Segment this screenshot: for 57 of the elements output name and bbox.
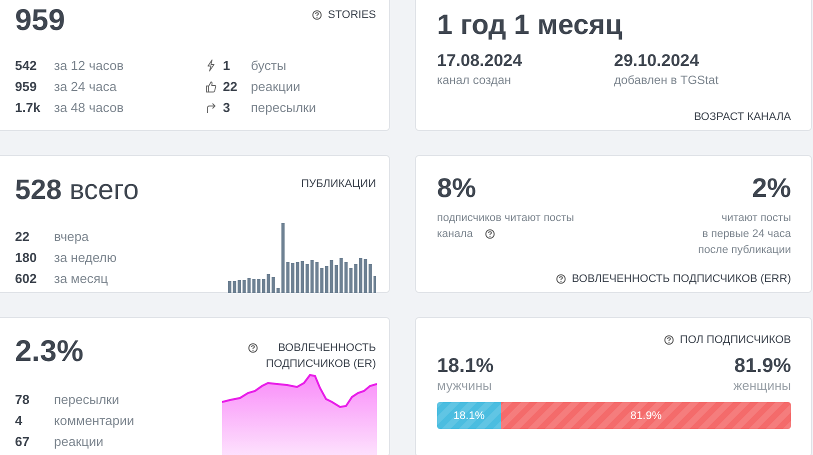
stat-value: 3 — [222, 100, 232, 115]
stat-value: 602 — [15, 271, 38, 286]
lightning-icon — [204, 59, 217, 72]
publication-total: 528 всего — [15, 173, 139, 207]
card-title: STORIES — [328, 9, 376, 21]
stat-label: комментарии — [54, 413, 134, 428]
stat-value: 1.7k — [15, 100, 42, 115]
date-label: канал создан — [437, 73, 512, 87]
help-icon — [248, 343, 258, 353]
percent-value: 18.1% — [437, 354, 494, 378]
bar-segment: 81.9% — [501, 402, 791, 429]
stat-value: 4 — [15, 413, 24, 428]
group-label: мужчины — [437, 378, 493, 393]
percent-value: 2% — [752, 172, 791, 204]
stat-label: реакции — [250, 79, 300, 94]
stat-label: за 48 часов — [54, 100, 124, 115]
stat-value: 22 — [15, 229, 30, 244]
card-title: ПОЛ ПОДПИСЧИКОВ — [680, 334, 791, 346]
help-icon — [312, 10, 322, 20]
date-label: добавлен в TGStat — [614, 73, 720, 87]
stat-label: за неделю — [54, 250, 117, 265]
card-title: ВОВЛЕЧЕННОСТЬ ПОДПИСЧИКОВ (ER) — [264, 341, 376, 372]
er-value: 2.3% — [15, 334, 84, 370]
stat-value: 542 — [15, 58, 38, 73]
stories-count: 959 — [15, 3, 66, 39]
description-text: канала — [437, 227, 473, 242]
bar-segment: 18.1% — [437, 402, 502, 429]
stat-label: реакции — [54, 434, 104, 449]
channel-age: 1 год 1 месяц — [437, 8, 624, 42]
help-icon — [664, 335, 674, 345]
stat-value: 78 — [15, 392, 30, 407]
stat-value: 959 — [15, 79, 38, 94]
help-icon — [484, 229, 495, 239]
help-icon — [556, 274, 566, 284]
stat-label: за 12 часов — [54, 58, 124, 73]
description-text: подписчиков читают посты — [437, 211, 574, 226]
stat-label: бусты — [250, 58, 286, 73]
percent-value: 81.9% — [734, 354, 791, 378]
stat-label: пересылки — [250, 100, 316, 115]
group-label: женщины — [733, 378, 791, 393]
stat-label: вчера — [54, 229, 89, 244]
date-value: 17.08.2024 — [437, 50, 524, 72]
description-text: читают посты в первые 24 часа после публикации — [698, 211, 791, 258]
thumbs-up-icon — [204, 80, 217, 93]
stat-value: 1 — [222, 58, 232, 73]
forward-arrow-icon — [204, 101, 217, 114]
card-title: ВОВЛЕЧЕННОСТЬ ПОДПИСЧИКОВ (ERR) — [572, 273, 791, 285]
stat-label: за месяц — [54, 271, 108, 286]
stat-label: пересылки — [54, 392, 120, 407]
stat-value: 67 — [15, 434, 30, 449]
card-title: ВОЗРАСТ КАНАЛА — [694, 111, 791, 123]
stat-label: за 24 часа — [54, 79, 117, 94]
card-title: ПУБЛИКАЦИИ — [301, 178, 376, 190]
date-value: 29.10.2024 — [614, 50, 700, 72]
stat-value: 180 — [15, 250, 38, 265]
stat-value: 22 — [222, 79, 238, 94]
percent-value: 8% — [437, 172, 478, 204]
